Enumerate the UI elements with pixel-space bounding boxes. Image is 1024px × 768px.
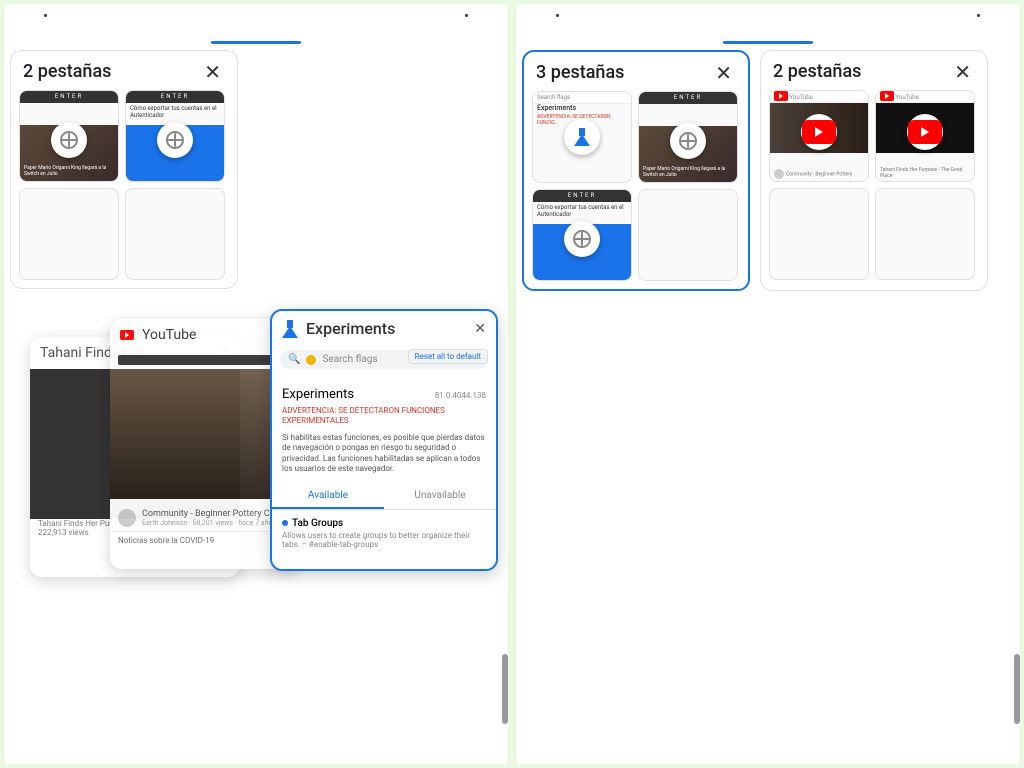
thumb-header: YouTube — [876, 91, 974, 103]
tab-thumb-papermario[interactable]: ENTER Paper Mario Origami King llegará a… — [19, 90, 119, 182]
flag-description: Allows users to create groups to better … — [282, 531, 486, 549]
search-icon: 🔍 — [288, 354, 300, 365]
reset-button[interactable]: Reset all to default — [408, 349, 488, 364]
tab-indicator — [723, 41, 813, 44]
thumb-meta: Community · Beginner Pottery — [774, 169, 864, 179]
thumb-caption: Cómo exportar tus cuentas en el Autentic… — [537, 204, 627, 218]
group-header: 3 pestañas ✕ — [532, 60, 740, 91]
tab-group-2tabs[interactable]: 2 pestañas ✕ YouTube Community · Beginne… — [760, 50, 988, 291]
globe-icon — [60, 131, 78, 149]
youtube-topbar — [118, 355, 292, 365]
tab-thumb-empty[interactable] — [19, 188, 119, 280]
flag-tabs: Available Unavailable — [272, 484, 496, 510]
thumb-header: ENTER — [639, 92, 737, 104]
globe-icon — [679, 132, 697, 150]
favicon-circle — [564, 221, 600, 257]
thumb-header: YouTube — [770, 91, 868, 103]
tab-indicator — [211, 41, 301, 44]
thumb-caption: Cómo exportar tus cuentas en el Autentic… — [130, 105, 220, 119]
tab-available[interactable]: Available — [272, 484, 384, 509]
bullet-icon — [282, 520, 288, 526]
groups-area: 2 pestañas ✕ ENTER Paper Mario Origami K… — [4, 44, 508, 589]
tab-thumb-youtube-1[interactable]: YouTube Community · Beginner Pottery — [769, 90, 869, 182]
description-text: Si habilitas estas funciones, es posible… — [272, 429, 496, 479]
section-title: Experiments — [282, 387, 354, 402]
avatar — [118, 509, 136, 527]
search-placeholder: Search flags — [322, 354, 377, 365]
favicon-circle — [907, 114, 943, 150]
tab-group-3tabs[interactable]: 3 pestañas ✕ Search flags Experiments AD… — [522, 50, 750, 291]
favicon-circle — [801, 114, 837, 150]
youtube-icon — [908, 120, 942, 144]
tab-group-2tabs[interactable]: 2 pestañas ✕ ENTER Paper Mario Origami K… — [10, 50, 238, 289]
close-icon[interactable]: ✕ — [950, 62, 975, 82]
thumb-header: ENTER — [533, 190, 631, 202]
flag-item[interactable]: Tab Groups Allows users to create groups… — [272, 510, 496, 557]
tab-thumb-papermario[interactable]: ENTER Paper Mario Origami King llegará a… — [638, 91, 738, 183]
scrollbar[interactable] — [502, 654, 508, 724]
group-title: 3 pestañas — [536, 62, 624, 83]
close-icon[interactable]: ✕ — [474, 321, 486, 337]
top-bar — [4, 4, 508, 44]
close-icon[interactable]: ✕ — [200, 62, 225, 82]
warning-text: ADVERTENCIA: SE DETECTARON FUNCIONES EXP… — [272, 404, 496, 429]
favicon-circle — [670, 123, 706, 159]
screenshot-right: 3 pestañas ✕ Search flags Experiments AD… — [516, 4, 1020, 764]
thumb-header: Search flags — [533, 92, 631, 104]
floating-cards: Tahani Finds Her ✕ Tahani Finds Her Purp… — [10, 309, 502, 589]
thumb-caption: Tahani Finds Her Purpose - The Good Plac… — [880, 167, 970, 179]
groups-area: 3 pestañas ✕ Search flags Experiments AD… — [516, 44, 1020, 291]
youtube-icon — [120, 330, 134, 340]
tab-card-experiments[interactable]: Experiments ✕ 🔍 Search flags Reset all t… — [270, 309, 498, 571]
card-title: Experiments — [306, 319, 395, 338]
flag-name: Tab Groups — [292, 518, 343, 529]
tab-unavailable[interactable]: Unavailable — [384, 484, 496, 509]
thumb-caption: Paper Mario Origami King llegará a la Sw… — [24, 166, 114, 177]
tab-thumb-empty[interactable] — [638, 189, 738, 281]
tab-thumb-authenticator[interactable]: ENTER Cómo exportar tus cuentas en el Au… — [125, 90, 225, 182]
avatar — [306, 355, 316, 365]
tab-thumb-youtube-2[interactable]: YouTube Tahani Finds Her Purpose - The G… — [875, 90, 975, 182]
close-icon[interactable]: ✕ — [711, 63, 736, 83]
group-title: 2 pestañas — [23, 61, 111, 82]
group-header: 2 pestañas ✕ — [19, 59, 229, 90]
tab-thumb-experiments[interactable]: Search flags Experiments ADVERTENCIA: SE… — [532, 91, 632, 183]
top-bar — [516, 4, 1020, 44]
globe-icon — [573, 230, 591, 248]
tab-thumb-empty[interactable] — [769, 188, 869, 280]
card-title: YouTube — [142, 327, 196, 343]
globe-icon — [166, 131, 184, 149]
tab-thumb-empty[interactable] — [875, 188, 975, 280]
favicon-circle — [51, 122, 87, 158]
card-header: Experiments ✕ — [272, 311, 496, 346]
flask-icon — [282, 320, 298, 338]
flask-icon — [574, 128, 590, 146]
screenshot-left: 2 pestañas ✕ ENTER Paper Mario Origami K… — [4, 4, 508, 764]
scrollbar[interactable] — [1014, 654, 1020, 724]
thumb-title: Experiments — [537, 104, 627, 112]
tab-thumb-authenticator[interactable]: ENTER Cómo exportar tus cuentas en el Au… — [532, 189, 632, 281]
thumb-caption: Paper Mario Origami King llegará a la Sw… — [643, 167, 733, 178]
group-header: 2 pestañas ✕ — [769, 59, 979, 90]
favicon-circle — [564, 119, 600, 155]
group-title: 2 pestañas — [773, 61, 861, 82]
thumb-header: ENTER — [126, 91, 224, 103]
thumb-header: ENTER — [20, 91, 118, 103]
youtube-icon — [802, 120, 836, 144]
favicon-circle — [157, 122, 193, 158]
version-label: 81.0.4044.138 — [435, 391, 486, 400]
tab-thumb-empty[interactable] — [125, 188, 225, 280]
